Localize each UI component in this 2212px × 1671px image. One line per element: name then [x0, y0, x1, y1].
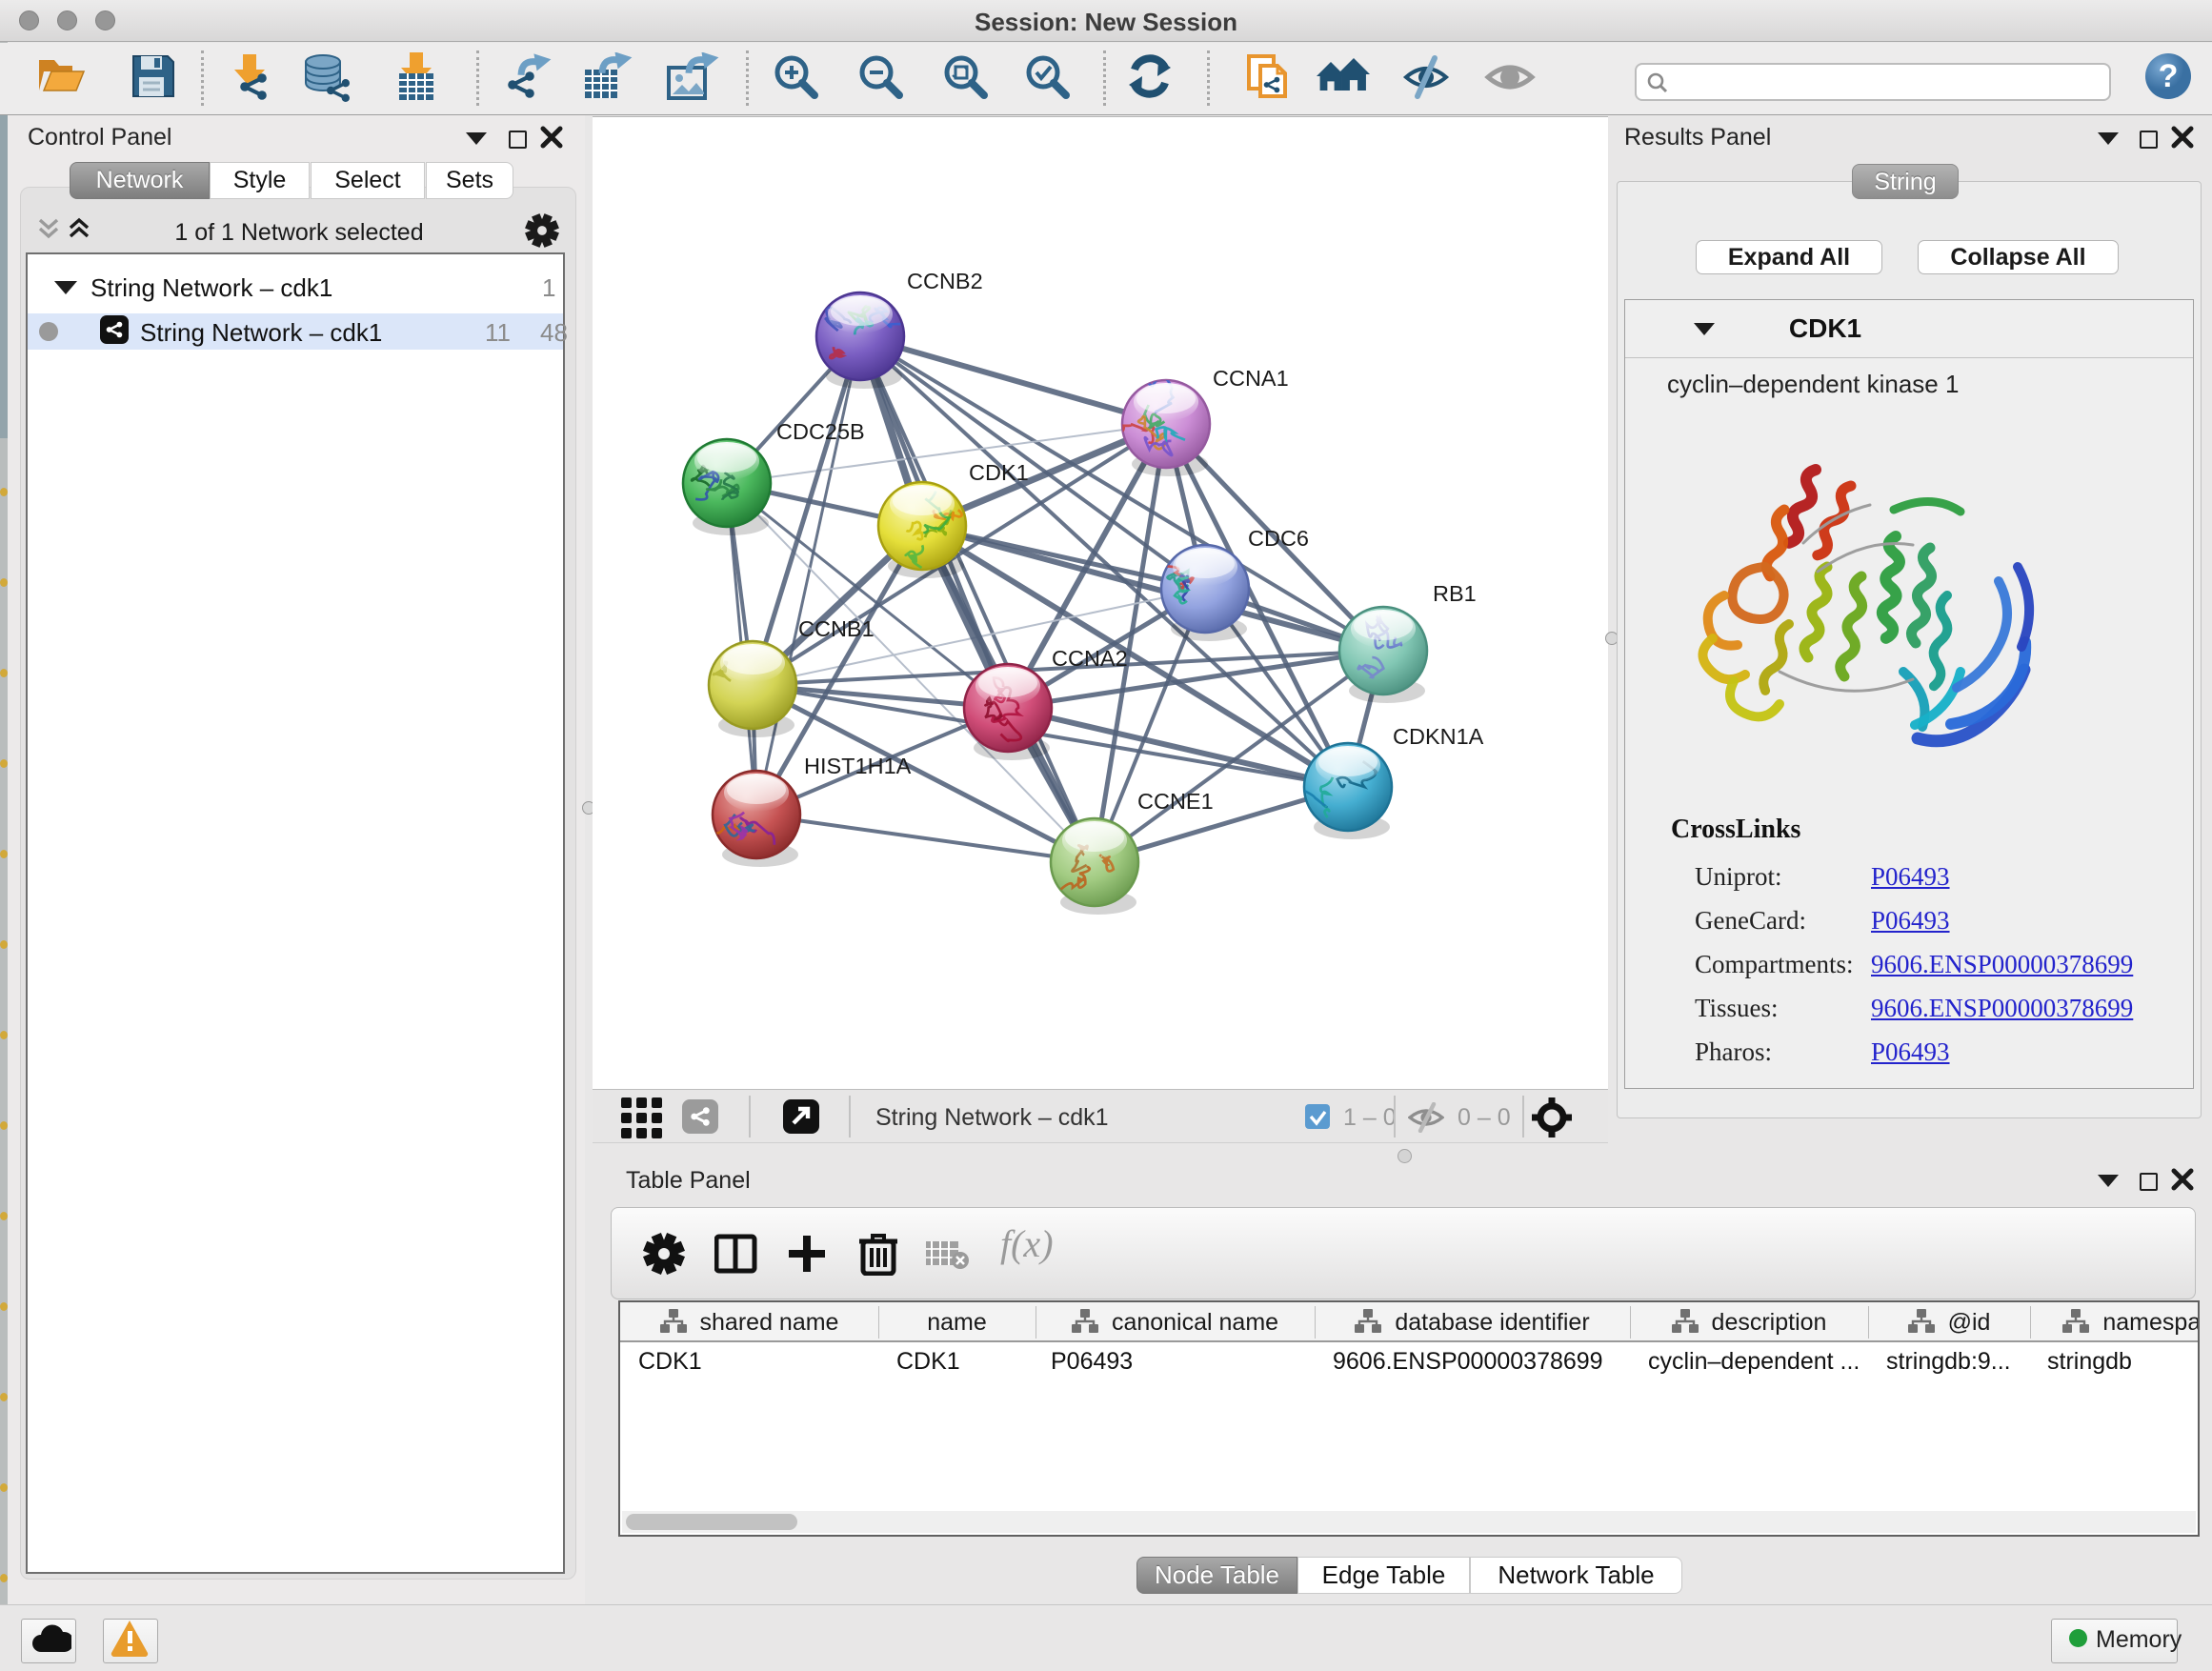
- svg-text:RB1: RB1: [1433, 581, 1477, 606]
- svg-text:CDC6: CDC6: [1248, 526, 1309, 551]
- svg-text:CDK1: CDK1: [969, 460, 1029, 485]
- svg-text:HIST1H1A: HIST1H1A: [804, 754, 912, 778]
- svg-text:CCNA2: CCNA2: [1052, 646, 1128, 671]
- svg-text:?: ?: [2159, 58, 2179, 94]
- svg-text:CCNE1: CCNE1: [1137, 789, 1214, 814]
- svg-text:CCNB2: CCNB2: [907, 269, 983, 293]
- svg-text:CCNA1: CCNA1: [1213, 366, 1289, 391]
- svg-text:CCNB1: CCNB1: [798, 616, 875, 641]
- svg-text:CDC25B: CDC25B: [776, 419, 865, 444]
- svg-text:CDKN1A: CDKN1A: [1393, 724, 1484, 749]
